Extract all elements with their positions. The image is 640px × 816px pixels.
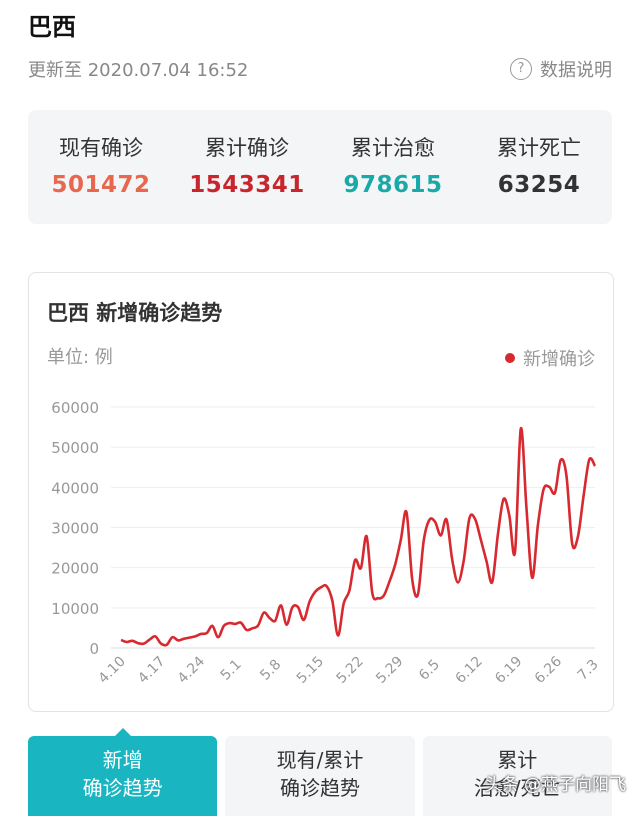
tab-line2: 确诊趋势 xyxy=(279,776,360,800)
y-tick-label: 10000 xyxy=(51,600,99,618)
y-tick-label: 30000 xyxy=(51,520,99,538)
header: 巴西 更新至 2020.07.04 16:52 ? 数据说明 xyxy=(28,10,612,81)
x-tick-label: 5.1 xyxy=(218,657,245,684)
watermark: 头条 @燕子向阳飞 xyxy=(484,775,626,795)
stat-label: 累计确诊 xyxy=(205,136,289,160)
stat-total-recovered: 累计治愈 978615 xyxy=(320,110,466,224)
stat-total-confirmed: 累计确诊 1543341 xyxy=(174,110,320,224)
x-tick-label: 5.15 xyxy=(294,653,327,686)
stat-label: 累计死亡 xyxy=(497,136,581,160)
y-tick-label: 20000 xyxy=(51,560,99,578)
update-time: 更新至 2020.07.04 16:52 xyxy=(28,60,249,81)
trend-chart-card: 巴西 新增确诊趋势 单位: 例 新增确诊 0 10000 20000 30000 400… xyxy=(28,272,614,712)
stat-total-deaths: 累计死亡 63254 xyxy=(466,110,612,224)
stat-label: 累计治愈 xyxy=(351,136,435,160)
tab-line1: 新增 xyxy=(102,748,143,772)
x-tick-label: 6.19 xyxy=(492,653,525,686)
stat-label: 现有确诊 xyxy=(59,136,143,160)
y-tick-label: 60000 xyxy=(51,399,99,417)
x-tick-label: 6.26 xyxy=(532,653,565,686)
line-chart[interactable]: 0 10000 20000 30000 40000 50000 60000 4.10 4.17 4… xyxy=(29,273,613,711)
stat-value: 63254 xyxy=(497,172,581,198)
x-tick-label: 4.24 xyxy=(175,653,208,686)
tab-current-total-trend[interactable]: 现有/累计 确诊趋势 xyxy=(225,736,415,816)
x-tick-label: 4.10 xyxy=(95,653,128,686)
x-tick-label: 6.12 xyxy=(452,653,485,686)
stat-value: 1543341 xyxy=(189,172,305,198)
data-help-link[interactable]: ? 数据说明 xyxy=(510,56,612,82)
page-title: 巴西 xyxy=(28,13,76,41)
x-tick-label: 5.8 xyxy=(257,657,284,684)
stats-panel: 现有确诊 501472 累计确诊 1543341 累计治愈 978615 累计死… xyxy=(28,110,612,224)
stat-current-confirmed: 现有确诊 501472 xyxy=(28,110,174,224)
data-help-label: 数据说明 xyxy=(540,60,612,81)
x-tick-label: 5.22 xyxy=(333,653,366,686)
y-tick-label: 0 xyxy=(89,640,99,658)
stat-value: 978615 xyxy=(343,172,443,198)
x-tick-label: 6.5 xyxy=(416,657,443,684)
question-circle-icon: ? xyxy=(510,58,532,80)
x-tick-label: 5.29 xyxy=(373,653,406,686)
x-tick-label: 7.3 xyxy=(575,657,602,684)
y-tick-label: 40000 xyxy=(51,479,99,497)
x-tick-label: 4.17 xyxy=(135,653,168,686)
tab-new-confirmed-trend[interactable]: 新增 确诊趋势 xyxy=(28,728,218,816)
y-tick-label: 50000 xyxy=(51,439,99,457)
stat-value: 501472 xyxy=(51,172,151,198)
tab-line1: 现有/累计 xyxy=(276,748,364,772)
series-line xyxy=(120,427,597,647)
tab-line2: 确诊趋势 xyxy=(82,776,163,800)
